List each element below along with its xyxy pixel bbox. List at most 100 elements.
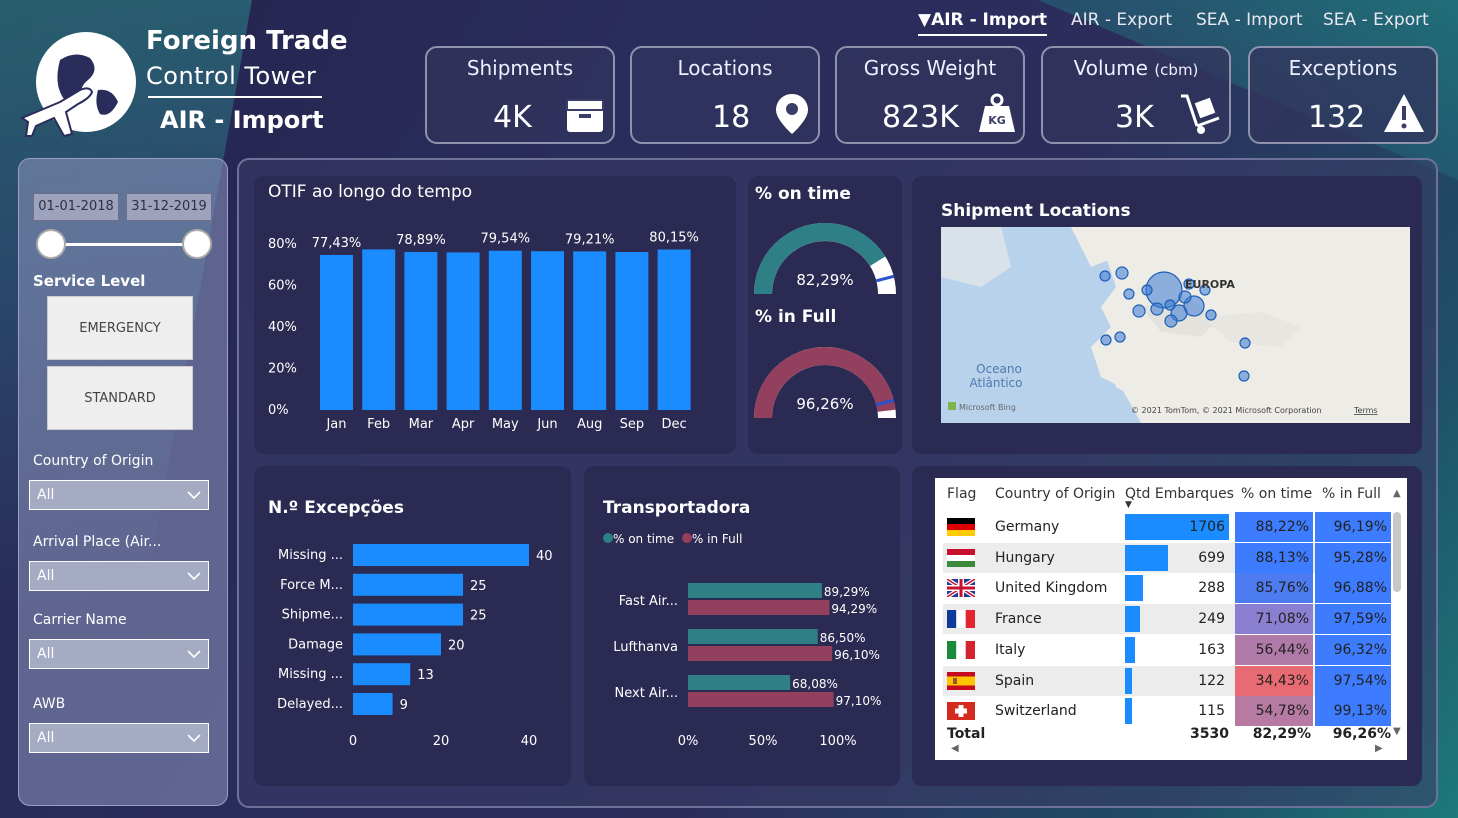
cell-country: Spain — [995, 672, 1035, 689]
otif-chart-panel: OTIF ao longo do tempo 0% 20% 40% 60% 80% Jan… — [254, 176, 736, 454]
cell-ontime: 34,43% — [1235, 665, 1313, 696]
table-row[interactable]: Germany 1706 88,22% 96,19% — [943, 512, 1391, 542]
cell-country: Germany — [995, 519, 1060, 535]
date-from-input[interactable]: 01-01-2018 — [33, 193, 119, 221]
brand-divider — [148, 96, 322, 98]
table-row[interactable]: Spain 122 34,43% 97,54% — [943, 665, 1391, 696]
cell-infull: 95,28% — [1315, 542, 1391, 573]
scroll-up-icon[interactable]: ▲ — [1393, 488, 1401, 499]
date-to-input[interactable]: 31-12-2019 — [126, 193, 212, 221]
arrival-place-select[interactable]: All — [29, 561, 209, 591]
table-row[interactable]: France 249 71,08% 97,59% — [943, 604, 1391, 635]
carrier-data-label: 97,10% — [836, 694, 882, 708]
otif-bar — [488, 250, 522, 410]
country-of-origin-select[interactable]: All — [29, 480, 209, 510]
chevron-down-icon — [187, 650, 201, 659]
exception-category-label: Delayed... — [277, 697, 343, 712]
dropdown-triangle-icon: ▼ — [918, 10, 932, 30]
country-table: Flag Country of Origin Qtd Embarques ▼ %… — [935, 478, 1407, 760]
otif-bar — [531, 251, 564, 410]
date-slider-start-handle[interactable] — [36, 229, 66, 259]
cell-country: United Kingdom — [995, 580, 1108, 597]
chevron-down-icon — [187, 734, 201, 743]
otif-x-tick: Dec — [662, 417, 687, 432]
cell-infull: 96,19% — [1315, 512, 1391, 542]
infull-gauge-title: % in Full — [755, 307, 837, 327]
carrier-x-tick: 100% — [819, 734, 856, 749]
col-header-flag[interactable]: Flag — [947, 486, 976, 502]
carrier-bar — [688, 629, 818, 644]
cell-infull: 97,54% — [1315, 665, 1391, 696]
carrier-bar — [688, 583, 822, 598]
table-vertical-scrollbar[interactable] — [1393, 512, 1401, 592]
col-header-qty[interactable]: Qtd Embarques — [1125, 486, 1234, 502]
scroll-right-icon[interactable]: ▶ — [1375, 743, 1383, 754]
otif-data-label: 77,43% — [312, 236, 362, 251]
nav-tab-air-import[interactable]: ▼AIR - Import — [918, 10, 1047, 36]
cell-ontime: 88,22% — [1235, 512, 1313, 542]
france-flag-icon — [947, 610, 975, 629]
nav-tab-air-export[interactable]: AIR - Export — [1071, 10, 1172, 30]
col-header-ontime[interactable]: % on time — [1241, 486, 1312, 502]
cell-ontime: 56,44% — [1235, 634, 1313, 665]
italy-flag-icon — [947, 640, 975, 659]
cell-ontime: 88,13% — [1235, 542, 1313, 573]
carrier-data-label: 94,29% — [831, 602, 877, 616]
otif-y-tick: 40% — [268, 320, 297, 335]
exception-data-label: 9 — [400, 698, 408, 713]
col-header-country[interactable]: Country of Origin — [995, 486, 1115, 502]
exception-x-tick: 20 — [433, 734, 450, 749]
carrier-data-label: 86,50% — [820, 631, 866, 645]
nav-tab-sea-export[interactable]: SEA - Export — [1323, 10, 1429, 30]
table-row[interactable]: Hungary 699 88,13% 95,28% — [943, 542, 1391, 573]
service-level-emergency-button[interactable]: EMERGENCY — [47, 296, 193, 360]
awb-select[interactable]: All — [29, 723, 209, 753]
cell-infull: 97,59% — [1315, 604, 1391, 635]
germany-flag-icon — [947, 518, 975, 536]
scroll-down-icon[interactable]: ▼ — [1393, 726, 1401, 737]
chevron-down-icon — [187, 572, 201, 581]
exception-category-label: Force M... — [280, 578, 343, 593]
gauges-panel: % on time 82,29% % in Full 96,26% — [748, 176, 902, 454]
table-row[interactable]: Switzerland 115 54,78% 99,13% — [943, 696, 1391, 727]
service-level-label: Service Level — [33, 272, 146, 290]
ocean-label-line1: Oceano — [976, 362, 1022, 376]
otif-bar — [362, 249, 396, 410]
infull-gauge — [754, 347, 896, 419]
cell-ontime: 54,78% — [1235, 696, 1313, 727]
cell-infull: 96,32% — [1315, 634, 1391, 665]
otif-bar — [320, 254, 353, 410]
col-header-infull[interactable]: % in Full — [1322, 486, 1381, 502]
cell-qty: 163 — [1198, 641, 1225, 658]
carrier-bar — [688, 646, 833, 661]
carriers-bar-chart: Fast Air... 89,29% 94,29% Lufthanva 86,50% 96… — [613, 583, 882, 749]
nav-tab-sea-import[interactable]: SEA - Import — [1196, 10, 1303, 30]
awb-label: AWB — [33, 696, 66, 712]
scroll-left-icon[interactable]: ◀ — [951, 743, 959, 754]
carrier-name-select[interactable]: All — [29, 639, 209, 669]
ontime-gauge-title: % on time — [755, 184, 851, 204]
total-ontime: 82,29% — [1252, 726, 1311, 742]
cell-qty: 122 — [1198, 672, 1225, 689]
otif-y-tick: 60% — [268, 279, 297, 294]
carrier-category-label: Lufthanva — [613, 640, 678, 655]
exception-bar — [353, 544, 529, 566]
hand-truck-icon — [1181, 94, 1220, 134]
table-row[interactable]: United Kingdom 288 85,76% 96,88% — [943, 573, 1391, 604]
otif-y-tick: 80% — [268, 237, 297, 252]
exception-data-label: 25 — [470, 579, 487, 594]
box-icon — [566, 99, 604, 132]
cell-country: Hungary — [995, 549, 1055, 566]
table-row[interactable]: Italy 163 56,44% 96,32% — [943, 634, 1391, 665]
service-level-standard-button[interactable]: STANDARD — [47, 366, 193, 430]
svg-text:KG: KG — [988, 114, 1006, 127]
date-slider-end-handle[interactable] — [182, 229, 212, 259]
carrier-category-label: Next Air... — [615, 686, 678, 701]
date-range-slider-track — [50, 243, 196, 246]
kpi-value: 132 — [1308, 100, 1366, 135]
cell-infull: 99,13% — [1315, 696, 1391, 727]
cell-qty: 1706 — [1189, 519, 1225, 535]
map-terms-link: Terms — [1353, 406, 1378, 415]
carrier-x-tick: 0% — [678, 734, 699, 749]
shipment-map[interactable]: EUROPA Oceano Atlântico Microsoft Bing ©… — [941, 227, 1410, 423]
